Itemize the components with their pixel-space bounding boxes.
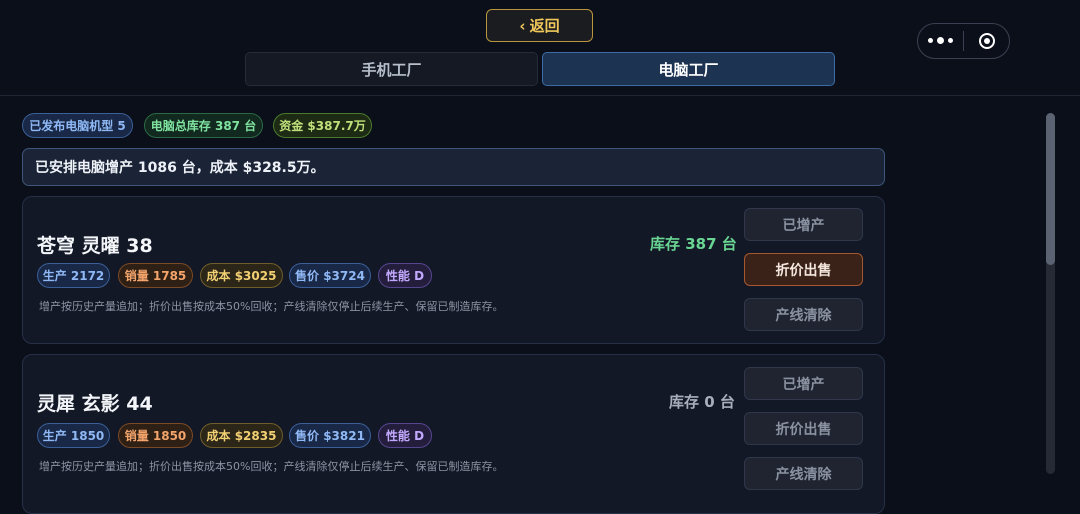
inventory-badge: 电脑总库存 387 台: [144, 113, 263, 138]
product-note: 增产按历史产量追加；折价出售按成本50%回收；产线清除仅停止后续生产、保留已制造…: [39, 300, 504, 313]
top-bar: ‹ 返回 手机工厂 电脑工厂: [0, 0, 1080, 96]
increase-production-button[interactable]: 已增产: [744, 367, 863, 400]
product-name: 灵犀 玄影 44: [37, 393, 153, 415]
discount-sell-button[interactable]: 折价出售: [744, 253, 863, 286]
funds-badge: 资金 $387.7万: [273, 113, 372, 138]
production-notice: 已安排电脑增产 1086 台，成本 $328.5万。: [22, 148, 885, 186]
chevron-left-icon: ‹: [519, 16, 526, 35]
tab-phone-factory[interactable]: 手机工厂: [245, 52, 538, 86]
tab-pc-factory[interactable]: 电脑工厂: [542, 52, 835, 86]
increase-production-button[interactable]: 已增产: [744, 208, 863, 241]
tag-production: 生产 1850: [37, 423, 110, 448]
clear-line-button[interactable]: 产线清除: [744, 298, 863, 331]
scrollbar-thumb[interactable]: [1046, 113, 1055, 265]
tag-cost: 成本 $3025: [200, 263, 283, 288]
tag-performance: 性能 D: [378, 423, 432, 448]
models-count-badge: 已发布电脑机型 5: [22, 113, 133, 138]
back-label: 返回: [529, 17, 560, 35]
discount-sell-button[interactable]: 折价出售: [744, 412, 863, 445]
tag-price: 售价 $3821: [289, 423, 371, 448]
tag-cost: 成本 $2835: [200, 423, 283, 448]
tag-production: 生产 2172: [37, 263, 110, 288]
tag-sales: 销量 1850: [118, 423, 193, 448]
tag-performance: 性能 D: [378, 263, 432, 288]
stock-count: 库存 387 台: [650, 235, 737, 253]
tag-price: 售价 $3724: [289, 263, 371, 288]
target-close-icon: [978, 33, 995, 49]
back-button[interactable]: ‹ 返回: [486, 9, 593, 42]
stock-count: 库存 0 台: [669, 393, 735, 411]
product-name: 苍穹 灵曜 38: [37, 235, 153, 257]
mini-program-capsule: [917, 23, 1010, 59]
tag-sales: 销量 1785: [118, 263, 193, 288]
product-note: 增产按历史产量追加；折价出售按成本50%回收；产线清除仅停止后续生产、保留已制造…: [39, 460, 504, 473]
close-target-button[interactable]: [964, 33, 1009, 49]
more-dots-icon[interactable]: [918, 37, 963, 44]
clear-line-button[interactable]: 产线清除: [744, 457, 863, 490]
